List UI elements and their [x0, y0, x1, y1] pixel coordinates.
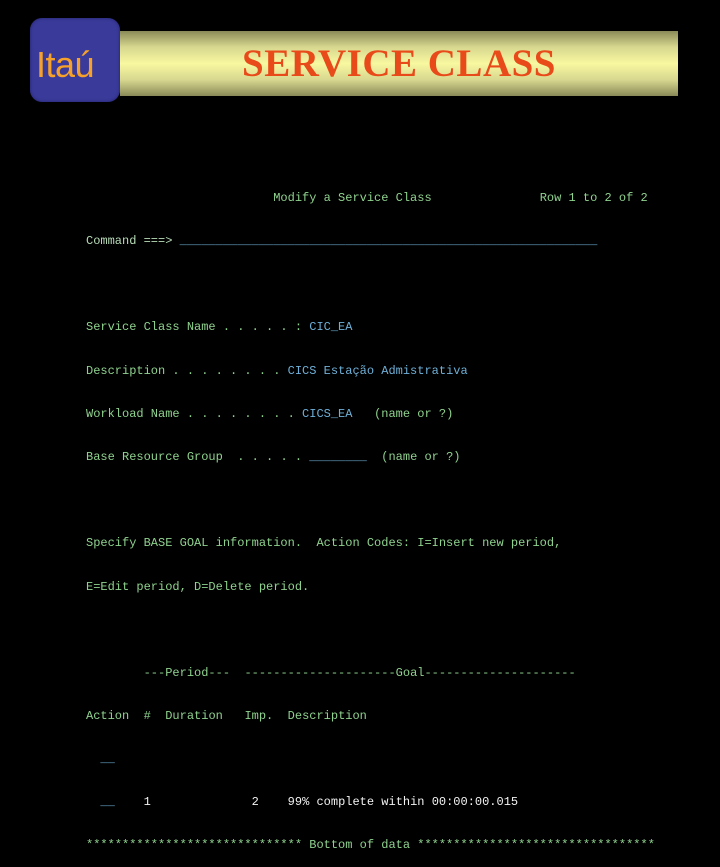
period-header: ---Period--- [143, 666, 231, 681]
page-title: SERVICE CLASS [242, 42, 556, 85]
command-input[interactable]: ________________________________________… [180, 234, 598, 248]
itau-logo: Itaú [30, 18, 120, 102]
table-row: __ [86, 752, 655, 766]
base-resource-group-input[interactable]: ________ [309, 450, 367, 464]
importance: 2 [251, 794, 259, 809]
field-base-resource-group: Base Resource Group . . . . . ________ (… [86, 450, 461, 465]
goal-description: 99% complete within 00:00:00.015 [287, 794, 519, 809]
workload-name-hint: (name or ?) [374, 406, 454, 421]
goal-header: ---------------------Goal---------------… [244, 666, 576, 681]
title-banner: SERVICE CLASS [120, 31, 678, 96]
instructions-line-1: Specify BASE GOAL information. Action Co… [86, 536, 562, 551]
table-column-header: Action # Duration Imp. Description [86, 709, 367, 724]
command-label: Command ===> [86, 234, 173, 249]
service-class-name-value[interactable]: CIC_EA [309, 320, 352, 334]
bottom-of-data: ****************************** Bottom of… [86, 837, 655, 852]
command-line: Command ===> ___________________________… [86, 234, 655, 248]
action-input[interactable]: __ [100, 752, 114, 766]
logo-text: Itaú [36, 44, 95, 85]
table-group-header: ---Period--- ---------------------Goal--… [86, 666, 655, 680]
instructions-line-2: E=Edit period, D=Delete period. [86, 579, 310, 594]
field-description: Description . . . . . . . . CICS Estação… [86, 363, 468, 378]
workload-name-value[interactable]: CICS_EA [302, 407, 352, 421]
description-value[interactable]: CICS Estação Admistrativa [288, 364, 468, 378]
row-info: Row 1 to 2 of 2 [539, 190, 648, 205]
base-resource-group-hint: (name or ?) [381, 450, 461, 465]
panel-header-line: Modify a Service Class Row 1 to 2 of 2 [86, 191, 655, 205]
field-workload-name: Workload Name . . . . . . . . CICS_EA (n… [86, 406, 454, 421]
period-number: 1 [143, 794, 151, 809]
action-input[interactable]: __ [100, 795, 114, 809]
field-service-class-name: Service Class Name . . . . . : CIC_EA [86, 320, 353, 335]
panel-title: Modify a Service Class [273, 190, 432, 205]
table-row: __ 1 2 99% complete within 00:00:00.015 [86, 795, 655, 809]
terminal-screen: Modify a Service Class Row 1 to 2 of 2 C… [86, 162, 655, 867]
